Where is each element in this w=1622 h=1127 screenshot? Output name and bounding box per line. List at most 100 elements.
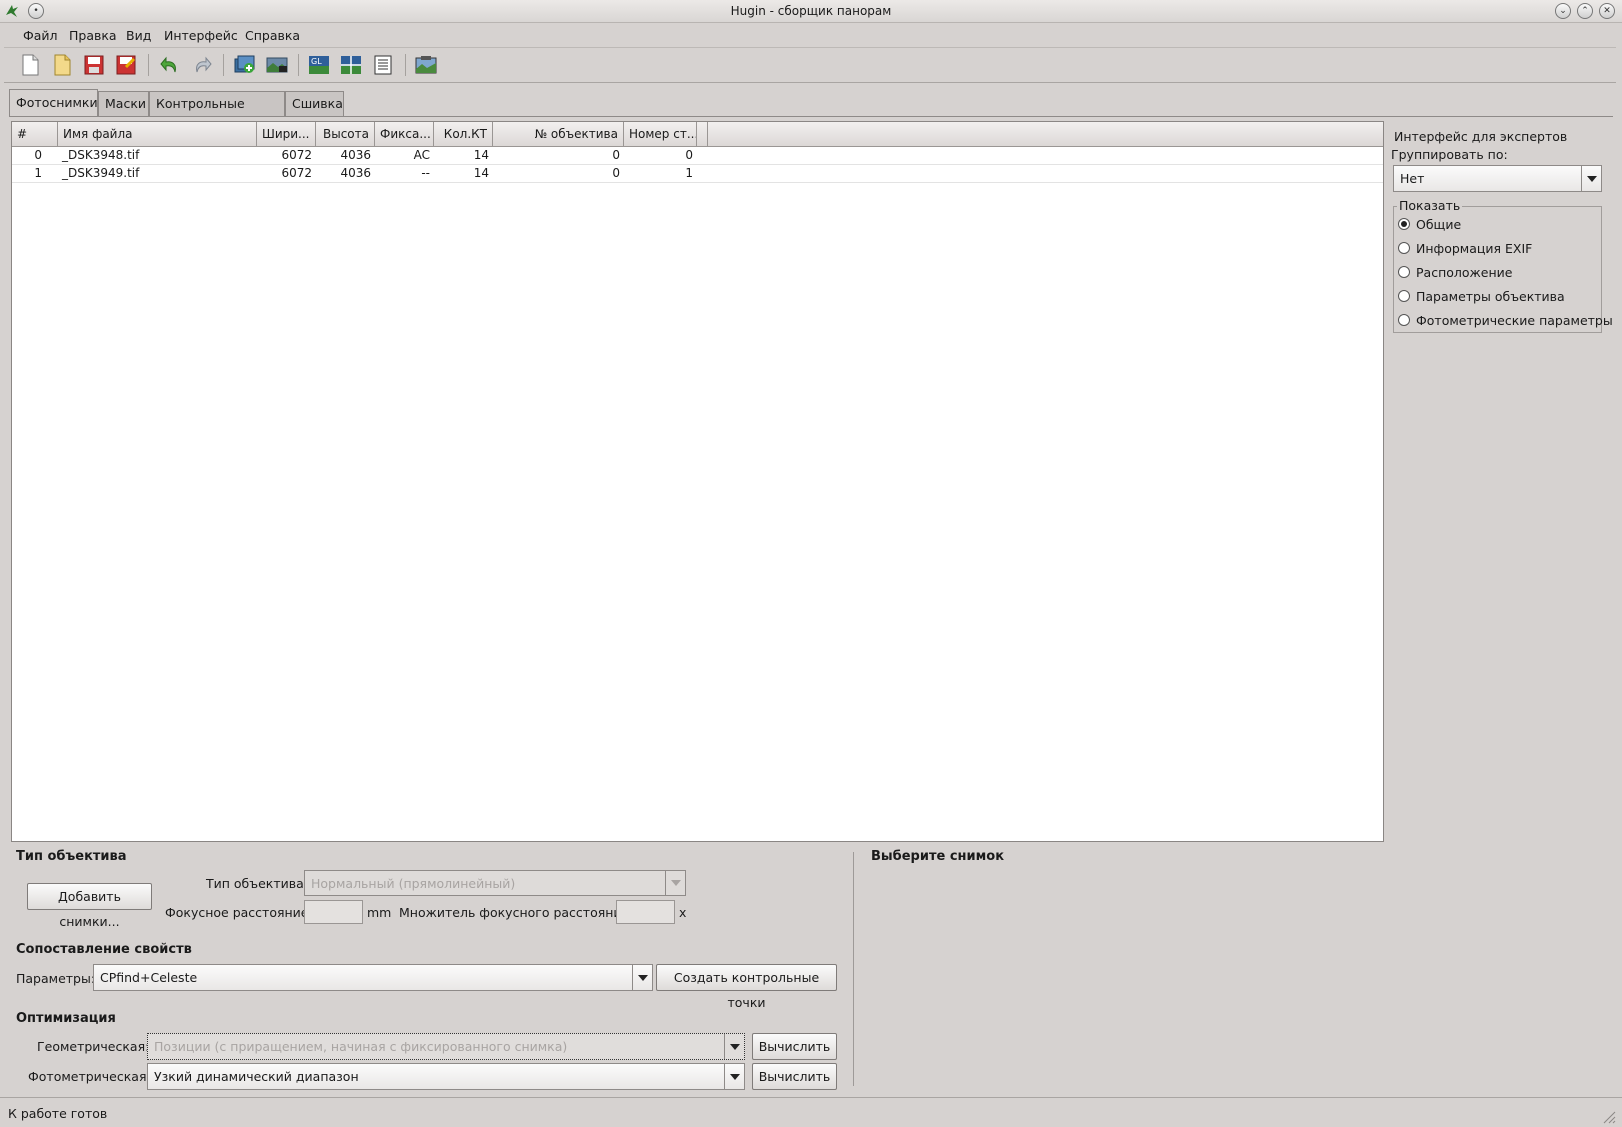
- cell-index: 0: [34, 148, 42, 162]
- redo-icon[interactable]: [190, 53, 214, 77]
- menu-edit[interactable]: Правка: [69, 28, 117, 43]
- params-label: Параметры:: [16, 971, 96, 986]
- cell-anchor: --: [421, 166, 430, 180]
- undo-icon[interactable]: [158, 53, 182, 77]
- group-by-value: Нет: [1400, 171, 1425, 186]
- toolbar-separator: [148, 54, 149, 76]
- geometric-value: Позиции (с приращением, начиная с фиксир…: [154, 1039, 568, 1054]
- image-list[interactable]: # Имя файла Шири... Высота Фикса... Кол.…: [11, 121, 1384, 842]
- geometric-select[interactable]: Позиции (с приращением, начиная с фиксир…: [147, 1033, 745, 1060]
- lens-section-title: Тип объектива: [16, 849, 127, 864]
- table-row[interactable]: 1 _DSK3949.tif 6072 4036 -- 14 0 1: [12, 165, 1383, 183]
- option-label: Фотометрические параметры: [1416, 313, 1613, 328]
- menu-help[interactable]: Справка: [245, 28, 300, 43]
- menu-interface[interactable]: Интерфейс: [164, 28, 238, 43]
- tab-masks[interactable]: Маски: [98, 91, 149, 116]
- assistant-icon[interactable]: [265, 53, 289, 77]
- open-icon[interactable]: [50, 53, 74, 77]
- crop-unit: x: [679, 905, 687, 920]
- save-as-icon[interactable]: [114, 53, 138, 77]
- list-header: # Имя файла Шири... Высота Фикса... Кол.…: [12, 122, 1383, 147]
- lens-type-value: Нормальный (прямолинейный): [311, 876, 516, 891]
- preview-title: Выберите снимок: [871, 849, 1005, 864]
- save-icon[interactable]: [82, 53, 106, 77]
- cell-stack-number: 0: [685, 148, 693, 162]
- col-header-filename[interactable]: Имя файла: [58, 122, 257, 146]
- radio-position[interactable]: [1398, 266, 1410, 278]
- chevron-down-icon: [632, 965, 652, 990]
- geometric-label: Геометрическая:: [37, 1039, 150, 1054]
- toolbar-separator: [405, 54, 406, 76]
- lens-type-select[interactable]: Нормальный (прямолинейный): [304, 870, 686, 896]
- table-row[interactable]: 0 _DSK3948.tif 6072 4036 AC 14 0 0: [12, 147, 1383, 165]
- cell-width: 6072: [281, 166, 312, 180]
- params-select[interactable]: CPfind+Celeste: [93, 964, 653, 991]
- option-label: Параметры объектива: [1416, 289, 1565, 304]
- show-label: Показать: [1397, 198, 1463, 213]
- resize-grip-icon[interactable]: [1600, 1108, 1616, 1124]
- focal-unit: mm: [367, 905, 392, 920]
- menu-bar: Файл Правка Вид Интерфейс Справка: [4, 23, 1616, 48]
- radio-photometric[interactable]: [1398, 314, 1410, 326]
- cell-anchor: AC: [413, 148, 430, 162]
- radio-exif[interactable]: [1398, 242, 1410, 254]
- panel-divider: [853, 852, 854, 1086]
- lens-type-label: Тип объектива:: [206, 876, 308, 891]
- add-images-button[interactable]: Добавить снимки...: [27, 883, 152, 929]
- status-text: К работе готов: [8, 1106, 108, 1121]
- radio-lens[interactable]: [1398, 290, 1410, 302]
- col-header-index[interactable]: #: [12, 122, 58, 146]
- col-header-extra[interactable]: [697, 122, 708, 146]
- gl-preview-icon[interactable]: GL: [307, 53, 331, 77]
- params-value: CPfind+Celeste: [100, 970, 198, 985]
- chevron-down-icon: [665, 871, 685, 895]
- photometric-select[interactable]: Узкий динамический диапазон: [147, 1063, 745, 1090]
- cell-width: 6072: [281, 148, 312, 162]
- tab-control-points[interactable]: Контрольные точки: [149, 91, 285, 135]
- new-document-icon[interactable]: [18, 53, 42, 77]
- add-images-icon[interactable]: [233, 53, 257, 77]
- col-header-width[interactable]: Шири...: [257, 122, 316, 146]
- col-header-stack-number[interactable]: Номер ст...: [624, 122, 697, 146]
- calculate-photometric-button[interactable]: Вычислить: [752, 1063, 837, 1090]
- chevron-down-icon: [1581, 166, 1601, 191]
- close-button[interactable]: ✕: [1599, 3, 1615, 19]
- focal-length-input[interactable]: [304, 900, 363, 924]
- col-header-lens-number[interactable]: № объектива: [493, 122, 624, 146]
- chevron-down-icon: [724, 1064, 744, 1089]
- cell-filename: _DSK3948.tif: [62, 148, 140, 162]
- create-control-points-button[interactable]: Создать контрольные точки: [656, 964, 837, 1010]
- focal-length-label: Фокусное расстояние:: [165, 905, 313, 920]
- col-header-anchor[interactable]: Фикса...: [375, 122, 434, 146]
- photometric-label: Фотометрическая:: [28, 1069, 151, 1084]
- tab-stitcher[interactable]: Сшивка: [285, 91, 344, 116]
- cell-height: 4036: [340, 166, 371, 180]
- cell-cp-count: 14: [473, 148, 489, 162]
- col-header-height[interactable]: Высота: [316, 122, 375, 146]
- option-label: Информация EXIF: [1416, 241, 1533, 256]
- stitch-icon[interactable]: [414, 53, 438, 77]
- photometric-value: Узкий динамический диапазон: [154, 1069, 359, 1084]
- cell-height: 4036: [340, 148, 371, 162]
- menu-view[interactable]: Вид: [126, 28, 151, 43]
- menu-file[interactable]: Файл: [23, 28, 58, 43]
- fast-preview-icon[interactable]: [339, 53, 363, 77]
- crop-factor-input[interactable]: [616, 900, 675, 924]
- window-title: Hugin - сборщик панорам: [730, 4, 892, 18]
- col-header-cp-count[interactable]: Кол.КТ: [434, 122, 493, 146]
- cell-cp-count: 14: [473, 166, 489, 180]
- cell-stack-number: 1: [685, 166, 693, 180]
- chevron-down-icon: [724, 1034, 744, 1059]
- radio-general[interactable]: [1398, 218, 1410, 230]
- maximize-button[interactable]: ⌃: [1577, 3, 1593, 19]
- tab-images[interactable]: Фотоснимки: [9, 89, 98, 117]
- option-label: Расположение: [1416, 265, 1513, 280]
- layout-icon[interactable]: [371, 53, 395, 77]
- crop-factor-label: Множитель фокусного расстояния:: [399, 905, 634, 920]
- group-by-label: Группировать по:: [1391, 147, 1508, 162]
- calculate-geometric-button[interactable]: Вычислить: [752, 1033, 837, 1060]
- cell-filename: _DSK3949.tif: [62, 166, 140, 180]
- cell-index: 1: [34, 166, 42, 180]
- minimize-button[interactable]: ⌄: [1555, 3, 1571, 19]
- group-by-select[interactable]: Нет: [1393, 165, 1602, 192]
